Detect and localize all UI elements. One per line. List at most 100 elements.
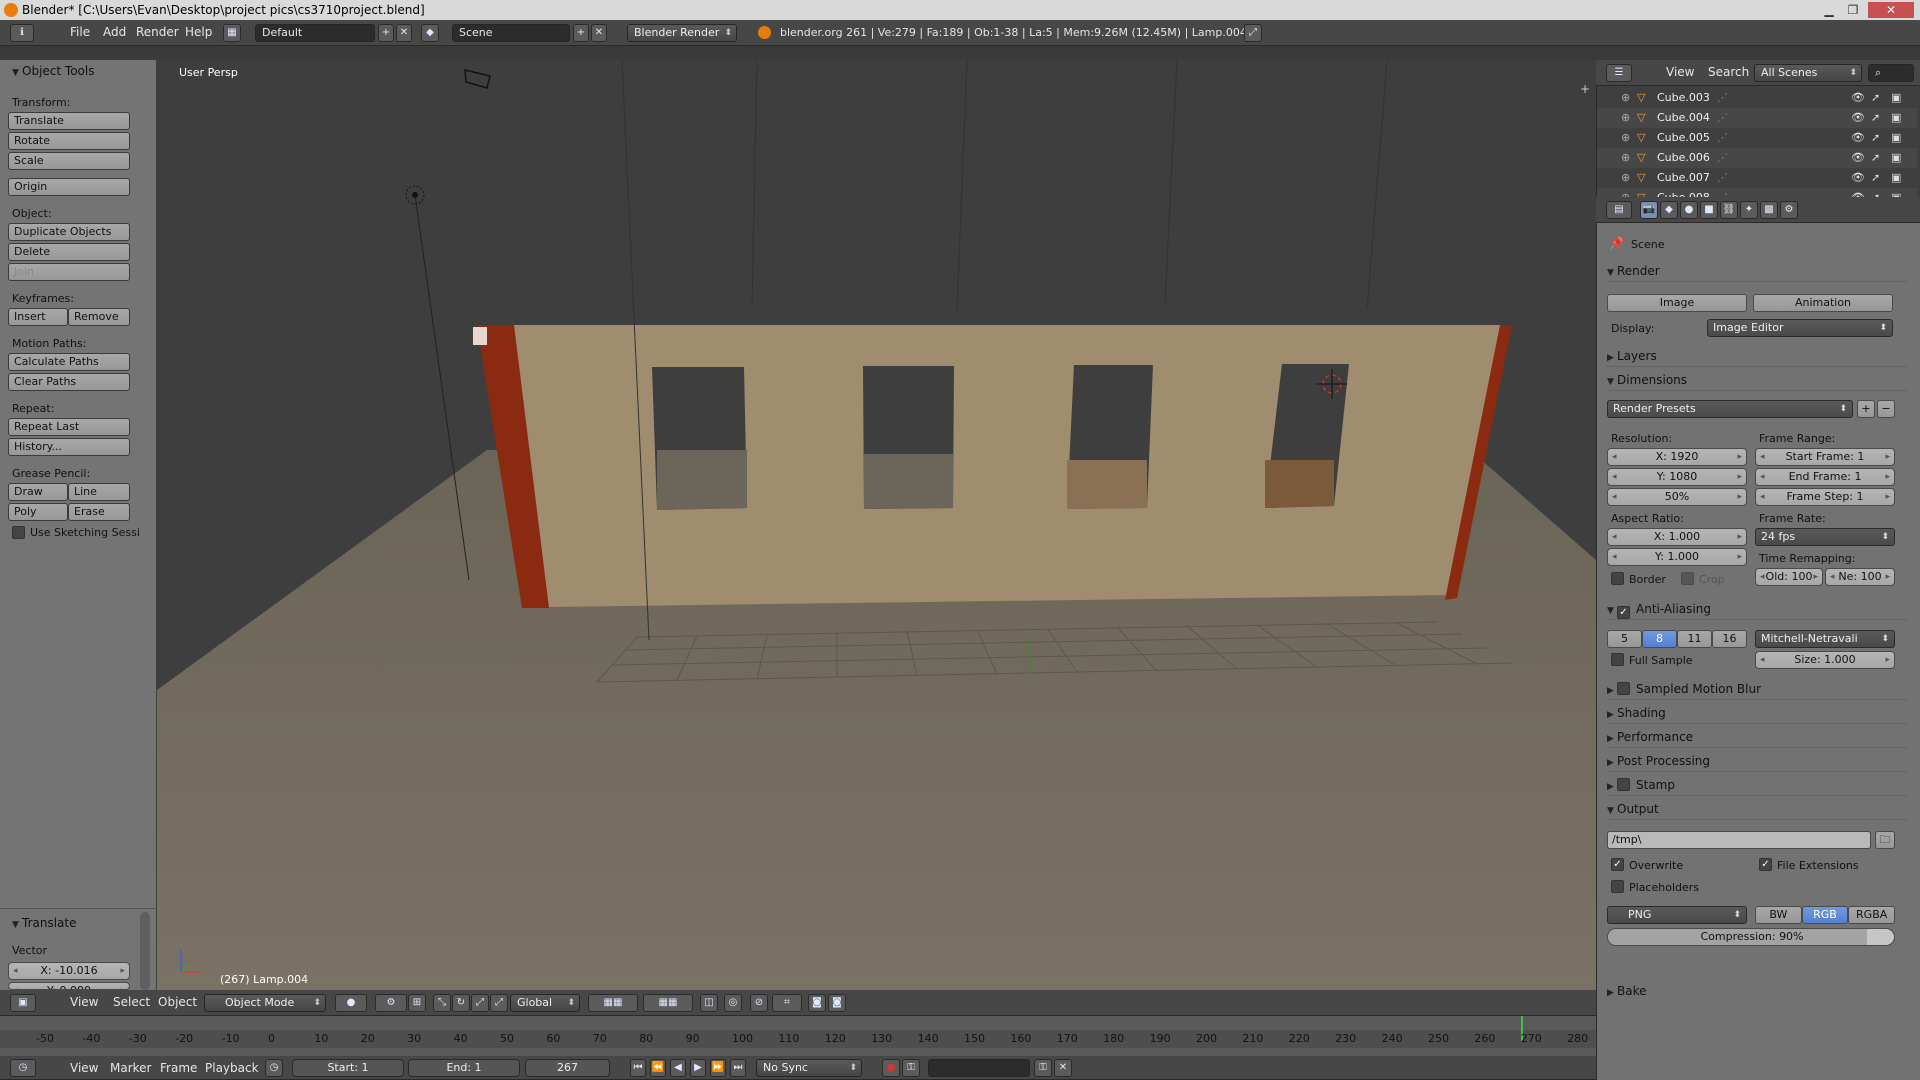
- scrollbar[interactable]: [140, 912, 150, 990]
- outliner-editor-icon[interactable]: ☰: [1606, 64, 1632, 82]
- expand-icon[interactable]: ⊕: [1621, 128, 1630, 148]
- sync-dropdown[interactable]: No Sync: [756, 1059, 862, 1077]
- stamp-section-header[interactable]: ▶ Stamp: [1607, 774, 1907, 796]
- insert-keyframe-button[interactable]: Insert: [8, 308, 68, 326]
- add-scene-icon[interactable]: +: [573, 24, 589, 42]
- color-mode-button[interactable]: RGBA: [1848, 906, 1895, 924]
- render-animation-button[interactable]: Animation: [1753, 294, 1893, 312]
- visibility-icon[interactable]: 👁: [1851, 128, 1865, 148]
- object-tools-header[interactable]: ▼ Object Tools: [12, 64, 94, 78]
- remove-scene-icon[interactable]: ✕: [591, 24, 607, 42]
- crop-checkbox[interactable]: [1681, 572, 1694, 585]
- calculate-paths-button[interactable]: Calculate Paths: [8, 353, 130, 371]
- overwrite-checkbox[interactable]: ✓: [1611, 858, 1624, 871]
- texture-tab-icon[interactable]: ▩: [1760, 201, 1778, 219]
- border-checkbox[interactable]: [1611, 572, 1624, 585]
- vector-y-field[interactable]: Y: 0.000: [8, 982, 130, 990]
- remove-layout-icon[interactable]: ✕: [396, 24, 412, 42]
- editor-type-icon[interactable]: ▣: [10, 994, 36, 1012]
- delete-key-icon[interactable]: ✕: [1054, 1059, 1072, 1077]
- keying-set-field[interactable]: [928, 1059, 1030, 1077]
- origin-button[interactable]: Origin: [8, 178, 130, 196]
- object-tab-icon[interactable]: ■: [1700, 201, 1718, 219]
- time-new-field[interactable]: Ne: 100: [1825, 568, 1895, 586]
- vector-x-field[interactable]: X: -10.016: [8, 962, 130, 980]
- delete-button[interactable]: Delete: [8, 243, 130, 261]
- jump-start-icon[interactable]: ⏮: [630, 1059, 646, 1077]
- history-button[interactable]: History...: [8, 438, 130, 456]
- translate-operator-header[interactable]: ▼ Translate: [12, 916, 77, 930]
- render-section-header[interactable]: ▼ Render: [1607, 260, 1907, 282]
- preview-range-icon[interactable]: ◷: [265, 1059, 283, 1077]
- aa-size-field[interactable]: Size: 1.000: [1755, 651, 1895, 669]
- expand-icon[interactable]: ⊕: [1621, 168, 1630, 188]
- visibility-icon[interactable]: 👁: [1851, 188, 1865, 197]
- manipulator-space-icon[interactable]: ⤢: [490, 994, 508, 1012]
- layers-grid-icon-2[interactable]: ▦▦: [643, 994, 693, 1012]
- outliner-item[interactable]: ⊕ ▽ Cube.004 ⋰ 👁 ➚ ▣: [1597, 108, 1917, 128]
- scene-tab-icon[interactable]: ◆: [1660, 201, 1678, 219]
- menu-view[interactable]: View: [70, 990, 98, 1015]
- bake-section-header[interactable]: ▶ Bake: [1607, 980, 1907, 1002]
- full-sample-checkbox[interactable]: [1611, 653, 1624, 666]
- renderability-icon[interactable]: ▣: [1891, 188, 1901, 197]
- constraints-tab-icon[interactable]: ⛓: [1720, 201, 1738, 219]
- selectability-icon[interactable]: ➚: [1871, 168, 1880, 188]
- scale-manipulator-icon[interactable]: ⤢: [471, 994, 489, 1012]
- outliner-filter-dropdown[interactable]: All Scenes: [1754, 64, 1862, 82]
- selectability-icon[interactable]: ➚: [1871, 148, 1880, 168]
- aspect-x-field[interactable]: X: 1.000: [1607, 528, 1747, 546]
- 3d-viewport[interactable]: User Persp (267) Lamp.004 +: [157, 60, 1596, 990]
- snap-element-icon[interactable]: ⌗: [772, 994, 802, 1012]
- fullscreen-icon[interactable]: ⤢: [1244, 24, 1262, 42]
- aspect-y-field[interactable]: Y: 1.000: [1607, 548, 1747, 566]
- placeholders-checkbox[interactable]: [1611, 880, 1624, 893]
- timeline-editor-icon[interactable]: ◷: [10, 1059, 36, 1077]
- snap-toggle-icon[interactable]: ⊘: [750, 994, 768, 1012]
- outliner-item[interactable]: ⊕ ▽ Cube.003 ⋰ 👁 ➚ ▣: [1597, 88, 1917, 108]
- color-mode-button[interactable]: BW: [1755, 906, 1802, 924]
- visibility-icon[interactable]: 👁: [1851, 108, 1865, 128]
- time-old-field[interactable]: Old: 100: [1755, 568, 1823, 586]
- resolution-x-field[interactable]: X: 1920: [1607, 448, 1747, 466]
- resolution-y-field[interactable]: Y: 1080: [1607, 468, 1747, 486]
- physics-tab-icon[interactable]: ⚙: [1780, 201, 1798, 219]
- shading-section-header[interactable]: ▶ Shading: [1607, 702, 1907, 724]
- renderability-icon[interactable]: ▣: [1891, 88, 1901, 108]
- frame-rate-dropdown[interactable]: 24 fps: [1755, 528, 1895, 546]
- close-icon[interactable]: ✕: [1868, 2, 1914, 18]
- visibility-icon[interactable]: 👁: [1851, 168, 1865, 188]
- anti-aliasing-section-header[interactable]: ▼ ✓ Anti-Aliasing: [1607, 598, 1907, 620]
- layout-icon[interactable]: ▦: [223, 24, 241, 42]
- performance-section-header[interactable]: ▶ Performance: [1607, 726, 1907, 748]
- maximize-icon[interactable]: ❐: [1842, 2, 1864, 18]
- remove-keyframe-button[interactable]: Remove: [68, 308, 130, 326]
- end-frame-field[interactable]: End Frame: 1: [1755, 468, 1895, 486]
- timeline[interactable]: -50 -40 -30 -20 -10 0 10 20 30 40 50 60 70 80 90 100 110…: [0, 1016, 1596, 1056]
- layout-field[interactable]: Default: [255, 24, 375, 42]
- selectability-icon[interactable]: ➚: [1871, 88, 1880, 108]
- aa-filter-dropdown[interactable]: Mitchell-Netravali: [1755, 630, 1895, 648]
- menu-playback[interactable]: Playback: [205, 1056, 259, 1079]
- render-anim-icon[interactable]: ◙: [828, 994, 846, 1012]
- renderability-icon[interactable]: ▣: [1891, 148, 1901, 168]
- duplicate-objects-button[interactable]: Duplicate Objects: [8, 223, 130, 241]
- aa-sample-button[interactable]: 11: [1677, 630, 1712, 648]
- record-icon[interactable]: ●: [882, 1059, 900, 1077]
- current-frame-field[interactable]: 267: [525, 1059, 610, 1077]
- menu-render[interactable]: Render: [136, 20, 179, 45]
- output-path-field[interactable]: /tmp\: [1607, 831, 1871, 849]
- add-layout-icon[interactable]: +: [378, 24, 394, 42]
- layers-section-header[interactable]: ▶ Layers: [1607, 345, 1907, 367]
- outliner-item[interactable]: ⊕ ▽ Cube.005 ⋰ 👁 ➚ ▣: [1597, 128, 1917, 148]
- selectability-icon[interactable]: ➚: [1871, 188, 1880, 197]
- jump-end-icon[interactable]: ⏭: [730, 1059, 746, 1077]
- file-format-dropdown[interactable]: PNG: [1607, 906, 1747, 924]
- motion-blur-section-header[interactable]: ▶ Sampled Motion Blur: [1607, 678, 1907, 700]
- expand-icon[interactable]: ⊕: [1621, 188, 1630, 197]
- aa-sample-button[interactable]: 8: [1642, 630, 1677, 648]
- keying-set-icon[interactable]: ⚿: [902, 1059, 920, 1077]
- compression-slider[interactable]: Compression: 90%: [1607, 928, 1895, 946]
- join-button[interactable]: Join: [8, 263, 130, 281]
- end-frame-field[interactable]: End: 1: [408, 1059, 520, 1077]
